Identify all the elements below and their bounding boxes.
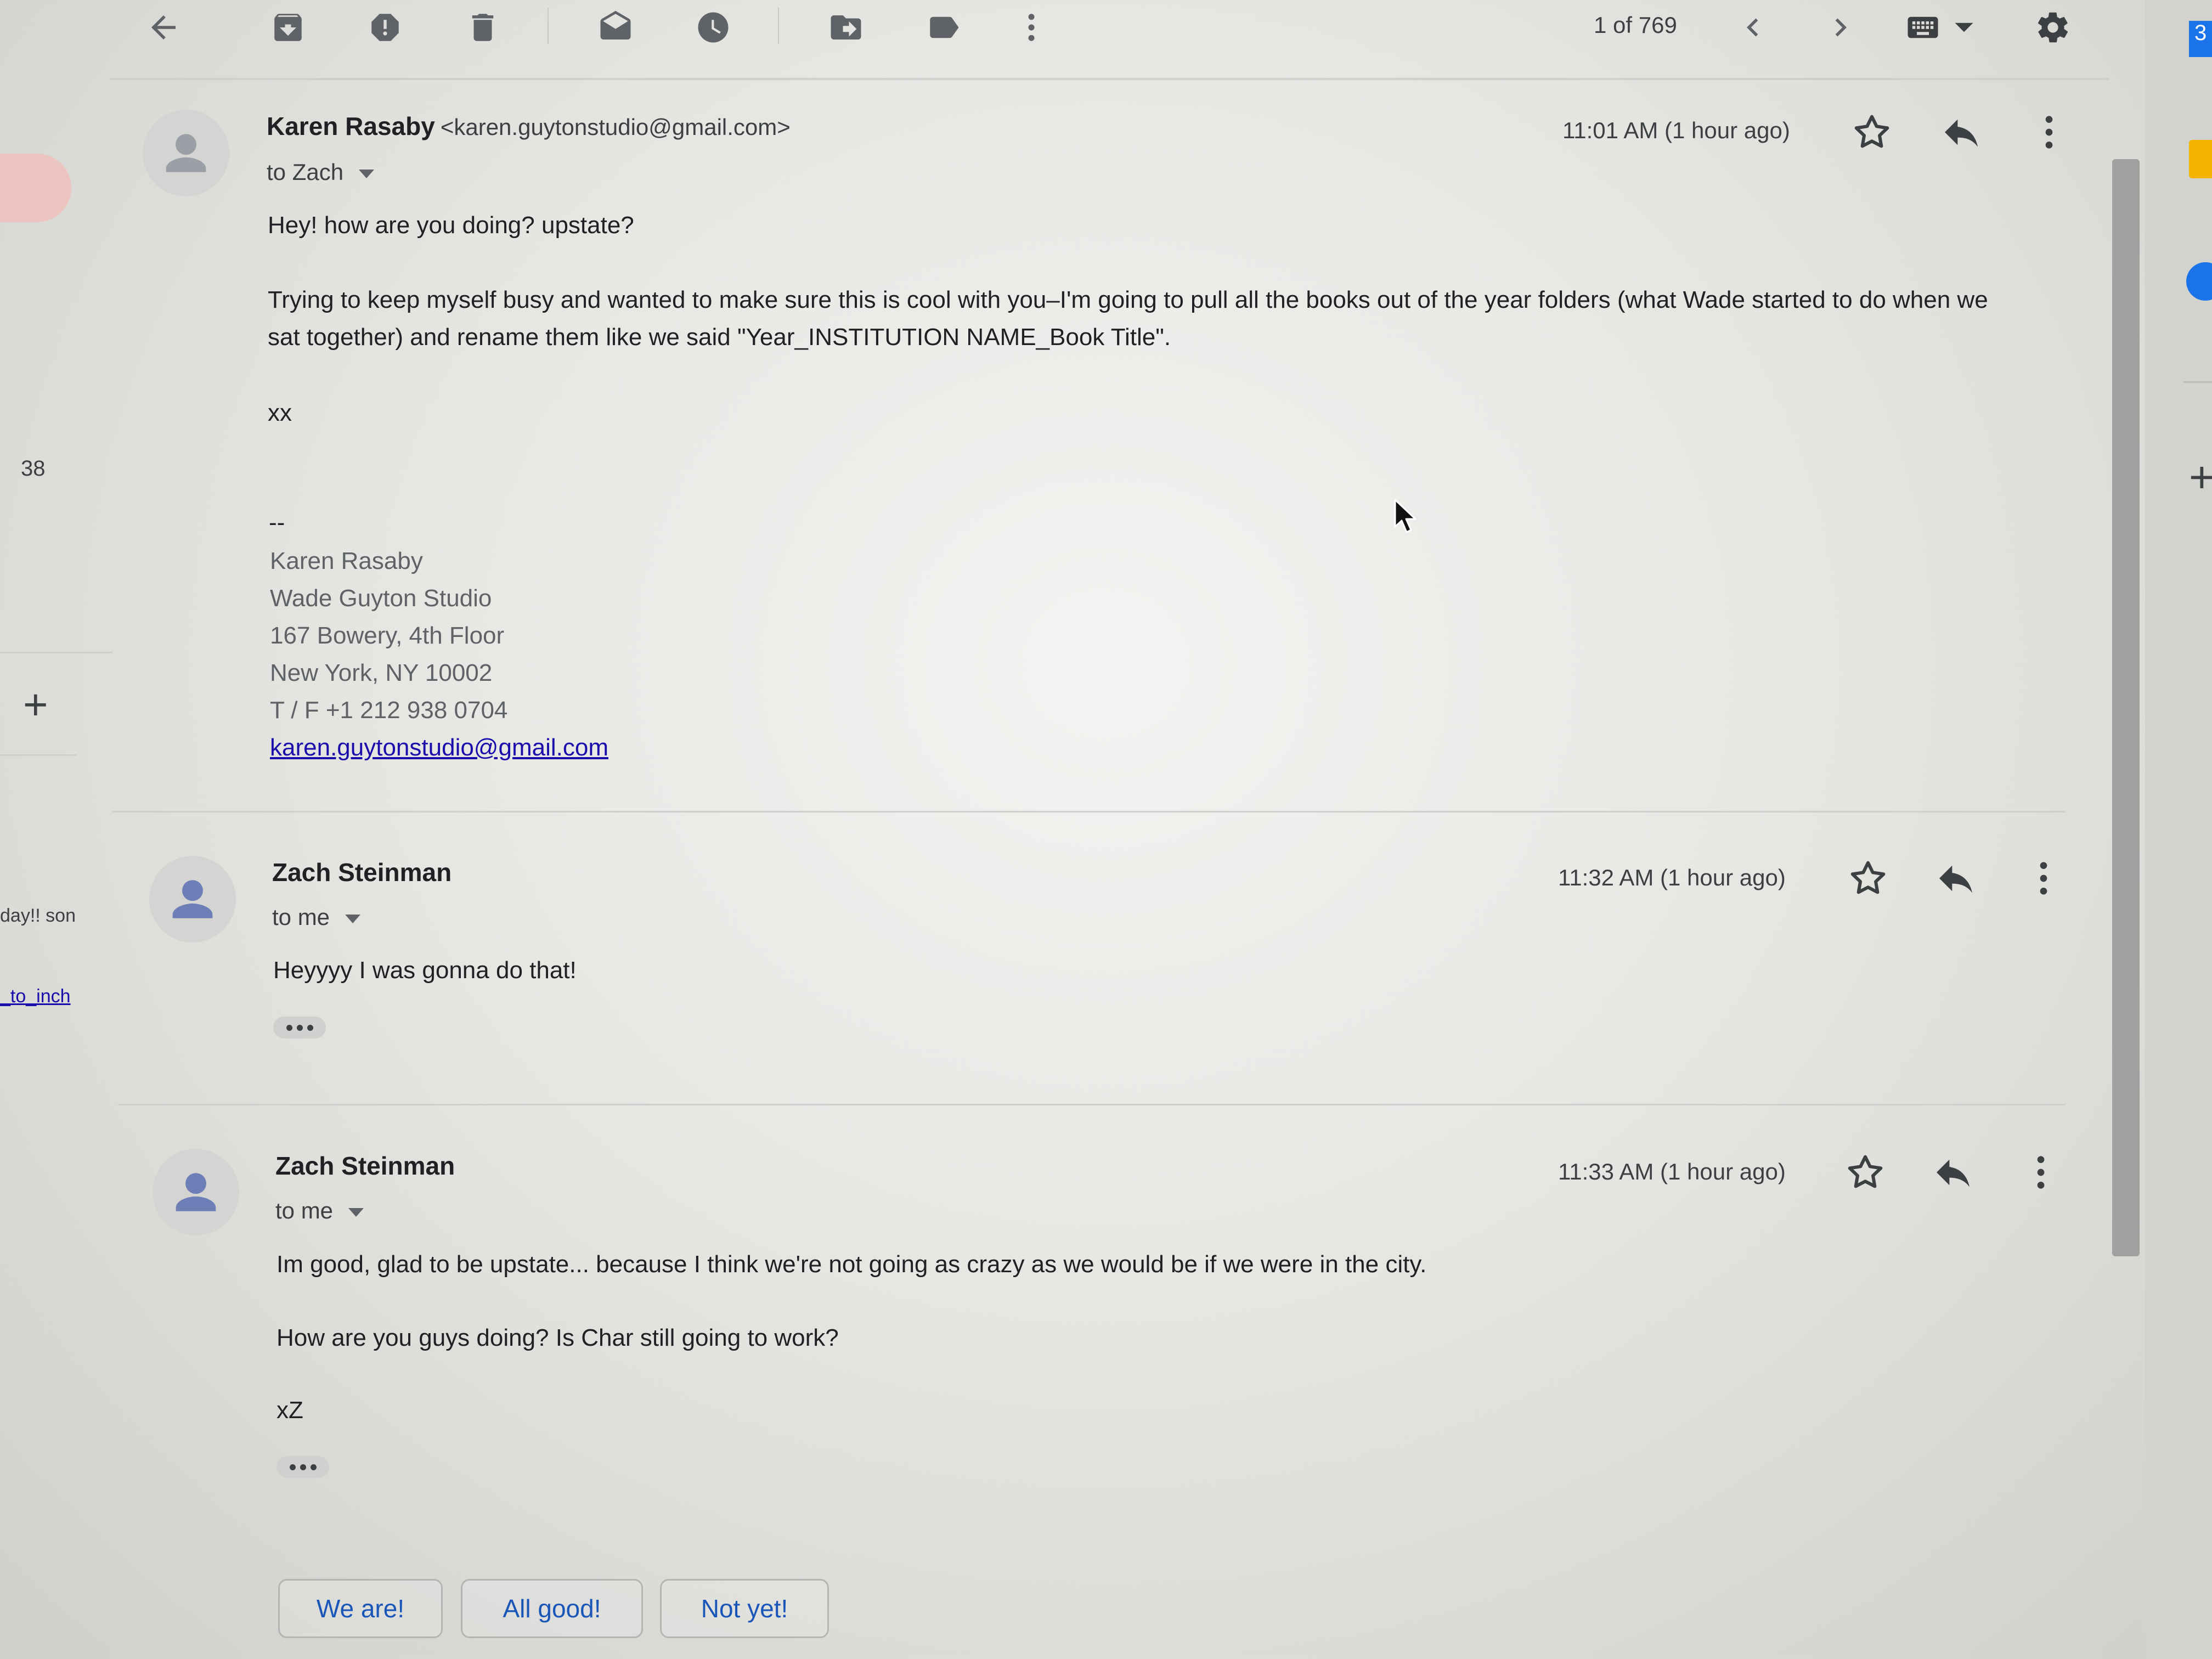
- avatar: [153, 1149, 239, 1235]
- more-vert-icon[interactable]: [2019, 854, 2068, 903]
- message-divider: [112, 811, 2066, 812]
- keep-icon[interactable]: [2189, 140, 2212, 178]
- message-body-line: Hey! how are you doing? upstate?: [268, 212, 634, 239]
- message-timestamp: 11:01 AM (1 hour ago): [1562, 117, 1790, 143]
- signature-line: T / F +1 212 938 0704: [270, 697, 508, 724]
- signature-line: New York, NY 10002: [270, 659, 493, 686]
- mouse-cursor-icon: [1393, 498, 1419, 537]
- delete-icon[interactable]: [461, 5, 505, 49]
- message-divider: [118, 1104, 2066, 1105]
- message-body-line: sat together) and rename them like we sa…: [268, 324, 1171, 351]
- scrollbar-thumb[interactable]: [2112, 159, 2140, 1256]
- message-timestamp: 11:33 AM (1 hour ago): [1558, 1159, 1786, 1184]
- message-body-line: xZ: [276, 1397, 303, 1424]
- signature-line: Karen Rasaby: [270, 548, 423, 574]
- folder-count: 38: [21, 456, 46, 481]
- chevron-down-icon: [359, 169, 375, 178]
- star-icon[interactable]: [1847, 108, 1897, 157]
- more-vert-icon[interactable]: [1009, 5, 1053, 49]
- message-body-line: Im good, glad to be upstate... because I…: [276, 1251, 1427, 1278]
- sender-name-text: Karen Rasaby: [267, 112, 435, 140]
- smart-reply-button[interactable]: All good!: [461, 1579, 643, 1638]
- sender-name: Zach Steinman: [275, 1152, 455, 1180]
- recipient-text: to me: [272, 904, 330, 930]
- add-label-plus-icon[interactable]: +: [23, 683, 48, 726]
- message-body-line: Trying to keep myself busy and wanted to…: [268, 286, 1988, 313]
- toolbar-divider: [548, 8, 549, 44]
- back-icon[interactable]: [142, 5, 185, 49]
- chevron-down-icon: [345, 914, 361, 923]
- signature-line: Wade Guyton Studio: [270, 585, 492, 612]
- message-body-line: How are you guys doing? Is Char still go…: [276, 1324, 839, 1351]
- signature-line: 167 Bowery, 4th Floor: [270, 622, 505, 649]
- smart-reply-button[interactable]: Not yet!: [660, 1579, 829, 1638]
- left-snippet-text: day!! son: [0, 905, 76, 926]
- compose-button-partial[interactable]: [0, 154, 71, 222]
- more-vert-icon[interactable]: [2016, 1148, 2066, 1197]
- sender-name: Zach Steinman: [272, 858, 452, 887]
- message-counter: 1 of 769: [1594, 12, 1677, 38]
- message-timestamp: 11:32 AM (1 hour ago): [1558, 865, 1786, 890]
- reply-icon[interactable]: [1937, 108, 1986, 157]
- next-icon[interactable]: [1819, 5, 1863, 49]
- keyboard-icon[interactable]: [1901, 5, 1945, 49]
- sender-name: Karen Rasaby <karen.guytonstudio@gmail.co…: [267, 111, 791, 141]
- message-body-line: Heyyyy I was gonna do that!: [273, 957, 577, 984]
- add-addon-plus-icon[interactable]: +: [2189, 455, 2212, 499]
- calendar-icon[interactable]: 3: [2189, 21, 2212, 57]
- recipient-dropdown[interactable]: to me: [272, 904, 361, 930]
- label-icon[interactable]: [922, 5, 966, 49]
- star-icon[interactable]: [1841, 1148, 1890, 1197]
- recipient-text: to Zach: [267, 159, 344, 185]
- reply-icon[interactable]: [1928, 1148, 1978, 1197]
- toolbar-divider: [778, 8, 779, 44]
- show-trimmed-content-button[interactable]: [273, 1017, 326, 1039]
- settings-gear-icon[interactable]: [2031, 5, 2075, 49]
- message-body-line: xx: [268, 399, 292, 426]
- recipient-dropdown[interactable]: to me: [275, 1198, 364, 1224]
- reply-icon[interactable]: [1931, 854, 1980, 903]
- chevron-down-icon: [348, 1207, 364, 1217]
- mark-unread-icon[interactable]: [594, 5, 637, 49]
- left-divider: [0, 754, 77, 756]
- smart-reply-button[interactable]: We are!: [278, 1579, 443, 1638]
- move-to-icon[interactable]: [824, 5, 868, 49]
- left-divider: [0, 652, 112, 653]
- signature-email-link[interactable]: karen.guytonstudio@gmail.com: [270, 734, 608, 761]
- side-panel-divider: [2183, 381, 2212, 383]
- report-spam-icon[interactable]: [363, 5, 407, 49]
- side-panel: [2145, 0, 2212, 1659]
- toolbar-divider-line: [110, 78, 2109, 80]
- avatar: [143, 110, 229, 196]
- show-trimmed-content-button[interactable]: [276, 1456, 329, 1478]
- left-snippet-link[interactable]: _to_inch: [0, 986, 71, 1007]
- input-tools-dropdown-icon[interactable]: [1942, 5, 1986, 49]
- archive-icon[interactable]: [266, 5, 310, 49]
- avatar: [149, 856, 236, 943]
- more-vert-icon[interactable]: [2024, 108, 2074, 157]
- star-icon[interactable]: [1843, 854, 1893, 903]
- sender-email: <karen.guytonstudio@gmail.com>: [440, 114, 791, 140]
- snooze-icon[interactable]: [691, 5, 735, 49]
- previous-icon[interactable]: [1731, 5, 1775, 49]
- recipient-text: to me: [275, 1198, 334, 1223]
- recipient-dropdown[interactable]: to Zach: [267, 159, 375, 185]
- signature-separator: --: [269, 509, 285, 536]
